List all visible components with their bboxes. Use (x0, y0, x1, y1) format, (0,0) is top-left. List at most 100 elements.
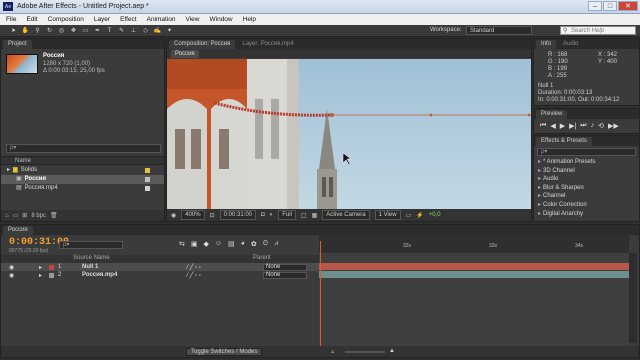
type-tool-icon[interactable]: T (106, 27, 113, 34)
view-layout-select[interactable]: 1 View (374, 210, 401, 220)
tab-effects-presets[interactable]: Effects & Presets (536, 136, 592, 146)
project-search-input[interactable]: ρ▾ (6, 144, 161, 153)
menu-view[interactable]: View (186, 16, 200, 23)
timeline-zoom-slider[interactable] (345, 351, 385, 353)
current-time-indicator[interactable] (320, 241, 321, 347)
show-channel-icon[interactable]: ◐ (270, 212, 274, 218)
menu-window[interactable]: Window (210, 16, 233, 23)
zoom-tool-icon[interactable]: ⚲ (34, 27, 41, 34)
chevron-right-icon[interactable]: ▸ (39, 272, 42, 279)
audio-icon[interactable]: ♪ (591, 122, 595, 130)
brush-tool-icon[interactable]: ✎ (118, 27, 125, 34)
exposure-value[interactable]: +0,0 (429, 212, 441, 218)
maximize-button[interactable]: □ (603, 1, 617, 11)
effects-category[interactable]: ▸ Digital Anarchy (534, 210, 639, 219)
rectangle-tool-icon[interactable]: ▭ (82, 27, 89, 34)
resolution-select[interactable]: Full (278, 210, 296, 220)
new-folder-icon[interactable]: ▭ (13, 212, 19, 219)
effects-search-input[interactable]: ρ▾ (537, 148, 636, 156)
column-source-name[interactable]: Source Name (73, 255, 110, 261)
camera-tool-icon[interactable]: ◎ (58, 27, 65, 34)
layer-bar-null[interactable] (319, 263, 629, 270)
comp-mini-flowchart-icon[interactable]: ⇆ (179, 240, 185, 248)
effects-category[interactable]: ▸ 3D Channel (534, 167, 639, 176)
roto-brush-tool-icon[interactable]: ✍ (154, 27, 161, 34)
timeline-track-area[interactable]: 32s 33s 34s (319, 235, 629, 347)
graph-editor-icon[interactable]: ⩘ (274, 240, 278, 248)
parent-select[interactable]: None (263, 271, 307, 279)
eraser-tool-icon[interactable]: ◇ (142, 27, 149, 34)
menu-animation[interactable]: Animation (147, 16, 176, 23)
snapshot-icon[interactable]: ◘ (261, 212, 265, 218)
zoom-select[interactable]: 400% (181, 210, 205, 220)
timeline-scrollbar[interactable] (629, 253, 637, 343)
search-help-input[interactable]: ⚲ Search Help (560, 26, 636, 35)
chevron-right-icon[interactable]: ▸ (7, 166, 10, 175)
effects-category[interactable]: ▸ Channel (534, 192, 639, 201)
frame-blending-icon[interactable]: ▤ (228, 240, 235, 248)
composition-viewer[interactable] (167, 59, 531, 209)
trash-icon[interactable]: 🗑 (50, 212, 58, 219)
brainstorm-icon[interactable]: ✿ (251, 240, 257, 248)
next-frame-icon[interactable]: ▶| (569, 122, 576, 130)
layer-switches[interactable]: ⁄ ╱ ▫ ▫ (187, 272, 201, 279)
tab-project[interactable]: Project (3, 39, 32, 49)
pan-behind-tool-icon[interactable]: ✥ (70, 27, 77, 34)
clone-stamp-tool-icon[interactable]: ⊥ (130, 27, 137, 34)
layer-label-color[interactable] (49, 264, 54, 270)
ram-preview-icon[interactable]: ▶▶ (608, 122, 619, 130)
menu-file[interactable]: File (6, 16, 16, 23)
layer-label-color[interactable] (49, 272, 54, 278)
tab-preview[interactable]: Preview (536, 109, 568, 119)
tab-layer[interactable]: Layer: Россия.mp4 (237, 40, 298, 49)
tab-composition[interactable]: Composition: Россия (169, 39, 236, 49)
safe-zones-icon[interactable]: ⊡ (210, 212, 215, 219)
project-item-solids[interactable]: ▸ ▆ Solids (1, 166, 164, 175)
camera-select[interactable]: Active Camera (322, 210, 370, 220)
label-color-swatch[interactable] (145, 168, 150, 173)
project-item-footage[interactable]: ▤ Россия.mp4 (1, 184, 164, 193)
previous-frame-icon[interactable]: ◀ (550, 122, 555, 130)
current-time-field[interactable]: 0:00:31:00 (219, 210, 256, 220)
auto-keyframe-icon[interactable]: ⏲ (263, 240, 268, 248)
effects-category[interactable]: ▸ Audio (534, 175, 639, 184)
menu-effect[interactable]: Effect (120, 16, 137, 23)
workspace-select[interactable]: Standard (466, 26, 532, 35)
column-parent[interactable]: Parent (253, 255, 271, 261)
layer-row[interactable]: ◉ ▸ 1 Null 1 ⁄ ╱ ▫ ▫ None (1, 263, 319, 271)
effects-category[interactable]: ▸ Color Correction (534, 201, 639, 210)
menu-edit[interactable]: Edit (26, 16, 37, 23)
new-composition-icon[interactable]: ⊞ (22, 212, 27, 219)
tab-timeline-composition[interactable]: Россия (3, 225, 33, 235)
parent-select[interactable]: None (263, 263, 307, 271)
toggle-switches-modes-button[interactable]: Toggle Switches / Modes (186, 348, 263, 356)
draft-3d-icon[interactable]: ◆ (204, 240, 209, 248)
loop-icon[interactable]: ⟲ (598, 122, 604, 130)
zoom-in-icon[interactable]: ▲ (389, 348, 395, 354)
live-update-icon[interactable]: ▣ (191, 240, 198, 248)
chevron-right-icon[interactable]: ▸ (39, 264, 42, 271)
eye-icon[interactable]: ◉ (9, 272, 14, 279)
region-of-interest-icon[interactable]: ▢ (301, 212, 307, 219)
project-column-name[interactable]: Name (1, 156, 164, 165)
motion-blur-icon[interactable]: ◕ (241, 240, 245, 248)
label-color-swatch[interactable] (145, 186, 150, 191)
first-frame-icon[interactable]: ⏮ (540, 122, 546, 130)
tab-audio[interactable]: Audio (558, 40, 583, 49)
pen-tool-icon[interactable]: ✒ (94, 27, 101, 34)
timeline-search-input[interactable]: ρ▾ (59, 241, 123, 249)
shy-layers-icon[interactable]: ☺ (215, 240, 222, 248)
always-preview-icon[interactable]: ◉ (171, 212, 176, 219)
time-ruler[interactable]: 32s 33s 34s (319, 235, 629, 253)
zoom-out-icon[interactable]: ▵ (331, 348, 334, 355)
last-frame-icon[interactable]: ⏭ (580, 122, 586, 130)
toggle-pixel-aspect-icon[interactable]: ▭ (406, 212, 412, 219)
rotate-tool-icon[interactable]: ↻ (46, 27, 53, 34)
selection-tool-icon[interactable]: ➤ (10, 27, 17, 34)
menu-layer[interactable]: Layer (94, 16, 110, 23)
label-color-swatch[interactable] (145, 177, 150, 182)
fast-previews-icon[interactable]: ⚡ (416, 212, 423, 219)
layer-name[interactable]: Null 1 (82, 264, 98, 270)
interpret-footage-icon[interactable]: ⌂ (5, 213, 9, 219)
hand-tool-icon[interactable]: ✋ (22, 27, 29, 34)
